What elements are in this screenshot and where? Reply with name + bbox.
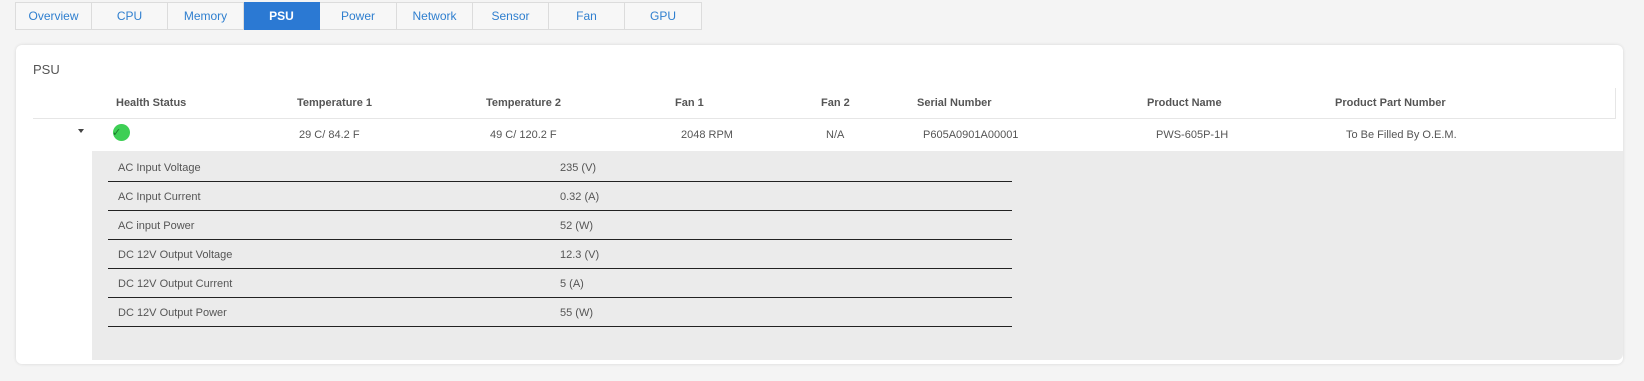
card-title: PSU: [33, 62, 60, 77]
column-fan-2[interactable]: Fan 2: [821, 97, 850, 109]
detail-label: DC 12V Output Power: [118, 307, 227, 319]
collapse-arrow-icon[interactable]: [77, 127, 87, 137]
detail-row: AC input Power 52 (W): [108, 211, 1012, 240]
column-health-status[interactable]: Health Status: [116, 97, 186, 109]
column-product-part-number[interactable]: Product Part Number: [1335, 97, 1446, 109]
tab-overview[interactable]: Overview: [15, 2, 92, 30]
table-header: Health Status Temperature 1 Temperature …: [33, 88, 1616, 119]
detail-label: AC Input Voltage: [118, 162, 201, 174]
detail-value: 235 (V): [560, 162, 597, 174]
fan-2-value: N/A: [826, 129, 845, 141]
column-fan-1[interactable]: Fan 1: [675, 97, 704, 109]
tab-network[interactable]: Network: [397, 2, 473, 30]
detail-value: 5 (A): [560, 278, 584, 290]
tab-power[interactable]: Power: [320, 2, 397, 30]
tab-cpu[interactable]: CPU: [92, 2, 168, 30]
temperature-1-value: 29 C/ 84.2 F: [299, 129, 360, 141]
tab-memory[interactable]: Memory: [168, 2, 244, 30]
detail-row: AC Input Voltage 235 (V): [108, 153, 1012, 182]
tab-psu[interactable]: PSU: [244, 2, 320, 30]
tab-gpu[interactable]: GPU: [625, 2, 702, 30]
detail-row: AC Input Current 0.32 (A): [108, 182, 1012, 211]
temperature-2-value: 49 C/ 120.2 F: [490, 129, 557, 141]
detail-label: AC input Power: [118, 220, 195, 232]
column-temperature-1[interactable]: Temperature 1: [297, 97, 372, 109]
psu-card: PSU Health Status Temperature 1 Temperat…: [16, 45, 1623, 364]
psu-detail-panel: AC Input Voltage 235 (V) AC Input Curren…: [92, 151, 1623, 360]
serial-number-value: P605A0901A00001: [923, 129, 1019, 141]
product-part-number-value: To Be Filled By O.E.M.: [1346, 129, 1457, 141]
detail-label: DC 12V Output Current: [118, 278, 233, 290]
detail-value: 52 (W): [560, 220, 593, 232]
detail-value: 55 (W): [560, 307, 593, 319]
column-serial-number[interactable]: Serial Number: [917, 97, 992, 109]
tab-bar: Overview CPU Memory PSU Power Network Se…: [15, 2, 702, 30]
detail-row: DC 12V Output Current 5 (A): [108, 269, 1012, 298]
detail-label: AC Input Current: [118, 191, 201, 203]
tab-fan[interactable]: Fan: [549, 2, 625, 30]
tab-sensor[interactable]: Sensor: [473, 2, 549, 30]
detail-row: DC 12V Output Power 55 (W): [108, 298, 1012, 327]
table-row[interactable]: ✓ 29 C/ 84.2 F 49 C/ 120.2 F 2048 RPM N/…: [41, 120, 1623, 150]
detail-table: AC Input Voltage 235 (V) AC Input Curren…: [108, 153, 1012, 327]
check-circle-icon: ✓: [112, 124, 130, 141]
detail-value: 0.32 (A): [560, 191, 600, 203]
column-product-name[interactable]: Product Name: [1147, 97, 1222, 109]
detail-value: 12.3 (V): [560, 249, 600, 261]
detail-label: DC 12V Output Voltage: [118, 249, 233, 261]
fan-1-value: 2048 RPM: [681, 129, 733, 141]
detail-row: DC 12V Output Voltage 12.3 (V): [108, 240, 1012, 269]
product-name-value: PWS-605P-1H: [1156, 129, 1229, 141]
column-temperature-2[interactable]: Temperature 2: [486, 97, 561, 109]
